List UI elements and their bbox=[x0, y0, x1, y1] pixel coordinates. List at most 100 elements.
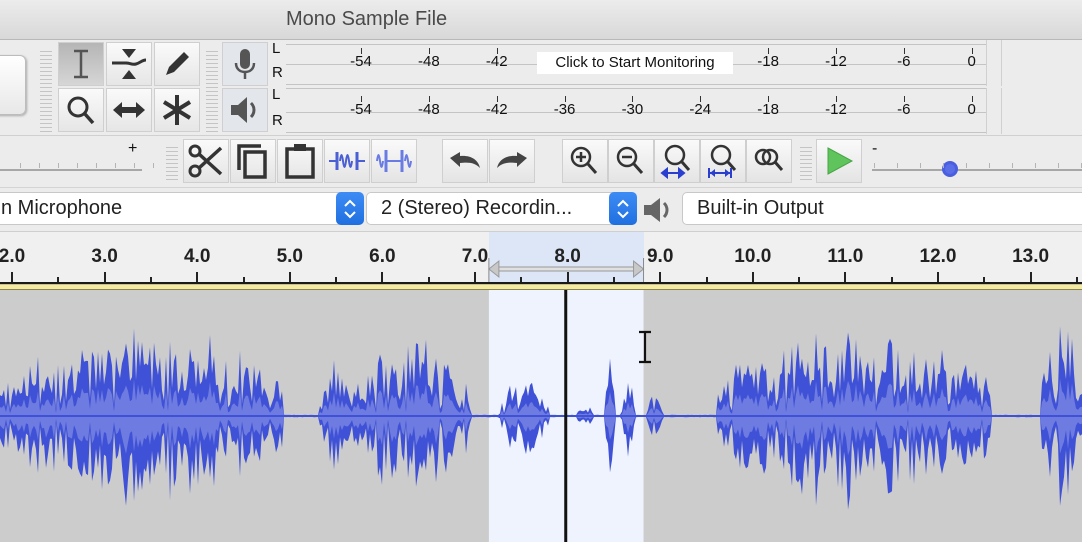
asterisk-icon bbox=[162, 95, 192, 125]
playback-meter-left-label: L bbox=[272, 86, 281, 103]
copy-icon bbox=[237, 144, 267, 179]
ruler-label: 2.0 bbox=[0, 246, 26, 267]
ruler-major-tick bbox=[566, 272, 569, 282]
zoom-out-button[interactable] bbox=[608, 139, 654, 183]
i-beam-cursor-icon bbox=[639, 330, 651, 364]
multi-tool-button[interactable] bbox=[154, 88, 200, 132]
audio-track[interactable] bbox=[0, 290, 1082, 542]
magnifier-icon bbox=[67, 96, 95, 125]
ruler-label: 7.0 bbox=[461, 246, 489, 267]
silence-audio-button[interactable] bbox=[371, 139, 417, 183]
timeline-ruler[interactable]: 2.0 3.0 4.0 5.0 6.0 7.0 8.0 9.0 10.0 11.0 12.0 13.0 bbox=[0, 232, 1082, 284]
recording-channels-value: 2 (Stereo) Recordin... bbox=[381, 197, 573, 219]
input-device-select[interactable]: n Microphone bbox=[0, 192, 360, 225]
output-device-select[interactable]: Built-in Output bbox=[682, 192, 1082, 225]
zoom-in-button[interactable] bbox=[562, 139, 608, 183]
ruler-minor-tick bbox=[242, 277, 245, 282]
meter-tick-mark bbox=[496, 48, 498, 54]
slider-tick bbox=[153, 163, 154, 168]
speed-slider-thumb[interactable] bbox=[941, 161, 958, 177]
tools-toolbar-grip[interactable] bbox=[40, 48, 52, 132]
recording-channels-stepper[interactable] bbox=[609, 192, 637, 225]
envelope-tool-button[interactable] bbox=[106, 42, 152, 86]
trim-audio-button[interactable] bbox=[324, 139, 370, 183]
play-at-speed-button[interactable] bbox=[816, 139, 862, 183]
start-monitoring-button[interactable]: Click to Start Monitoring bbox=[537, 52, 733, 74]
fit-selection-button[interactable] bbox=[654, 139, 700, 183]
zoom-toggle-icon bbox=[754, 148, 784, 171]
record-button[interactable] bbox=[0, 55, 26, 115]
ruler-major-tick bbox=[659, 272, 662, 282]
slider-tick bbox=[1012, 163, 1013, 168]
slider-tick bbox=[96, 163, 97, 168]
playback-meter[interactable]: -54 -48 -42 -36 -30 -24 -18 -12 -6 0 bbox=[286, 88, 986, 134]
slider-tick bbox=[897, 163, 898, 168]
chevron-up-down-icon bbox=[344, 199, 356, 218]
ruler-minor-tick bbox=[705, 277, 708, 282]
zoom-toggle-button[interactable] bbox=[746, 139, 792, 183]
selection-start-handle[interactable] bbox=[488, 259, 500, 279]
slider-tick bbox=[874, 163, 875, 168]
slider-tick bbox=[989, 163, 990, 168]
meter-tick-label: -54 bbox=[350, 53, 372, 70]
selection-tool-button[interactable] bbox=[58, 42, 104, 86]
fit-project-button[interactable] bbox=[700, 139, 746, 183]
record-meter-button[interactable] bbox=[222, 42, 268, 86]
meter-tick-mark bbox=[632, 96, 634, 102]
meter-tick-label: -24 bbox=[689, 101, 712, 118]
double-arrow-icon bbox=[113, 102, 145, 118]
volume-max-label: + bbox=[128, 140, 138, 157]
ruler-major-tick bbox=[288, 272, 291, 282]
record-meter-right-label: R bbox=[272, 64, 283, 81]
slider-tick bbox=[115, 163, 116, 168]
fit-selection-icon bbox=[660, 144, 691, 180]
meter-toolbar-grip[interactable] bbox=[206, 48, 218, 132]
silence-icon bbox=[376, 150, 412, 172]
slider-tick bbox=[1058, 163, 1059, 168]
slider-tick bbox=[943, 163, 944, 168]
input-device-stepper[interactable] bbox=[336, 192, 364, 225]
time-shift-tool-button[interactable] bbox=[106, 88, 152, 132]
play-at-speed-grip[interactable] bbox=[800, 144, 812, 182]
recording-channels-select[interactable]: 2 (Stereo) Recordin... bbox=[366, 192, 636, 225]
cut-button[interactable] bbox=[183, 139, 229, 183]
meter-tick-label: -42 bbox=[485, 53, 508, 70]
zoom-tool-button[interactable] bbox=[58, 88, 104, 132]
ruler-major-tick bbox=[844, 272, 847, 282]
meter-tick-label: -42 bbox=[485, 101, 508, 118]
redo-button[interactable] bbox=[489, 139, 535, 183]
window-title: Mono Sample File bbox=[286, 8, 448, 30]
ruler-minor-tick bbox=[1075, 277, 1078, 282]
meter-tick-label: -54 bbox=[350, 101, 372, 118]
ruler-label: 10.0 bbox=[734, 246, 772, 267]
copy-button[interactable] bbox=[230, 139, 276, 183]
meter-tick-label: 0 bbox=[967, 101, 976, 118]
slider-tick bbox=[966, 163, 967, 168]
zoom-out-icon bbox=[616, 146, 644, 174]
ruler-major-tick bbox=[474, 272, 476, 282]
speaker-icon bbox=[231, 97, 256, 123]
playback-meter-end bbox=[986, 88, 1002, 134]
speed-min-label: - bbox=[872, 140, 878, 157]
selection-end-handle[interactable] bbox=[633, 259, 645, 279]
meter-tick-mark bbox=[971, 96, 973, 102]
playback-meter-button[interactable] bbox=[222, 88, 268, 132]
paste-button[interactable] bbox=[277, 139, 323, 183]
ruler-label: 11.0 bbox=[827, 246, 864, 267]
meter-tick-label: -18 bbox=[757, 53, 779, 70]
meter-tick-mark bbox=[428, 48, 430, 54]
meter-tick-mark bbox=[768, 96, 770, 102]
waveform[interactable] bbox=[0, 290, 1082, 542]
meter-tick-mark bbox=[564, 96, 566, 102]
meter-tick-label: -12 bbox=[825, 101, 847, 118]
undo-button[interactable] bbox=[442, 139, 488, 183]
edit-toolbar-grip[interactable] bbox=[166, 144, 178, 182]
ruler-major-tick bbox=[751, 272, 754, 282]
meter-tick-mark bbox=[700, 96, 702, 102]
draw-tool-button[interactable] bbox=[154, 42, 200, 86]
ruler-major-tick bbox=[381, 272, 384, 282]
meter-tick-mark bbox=[361, 48, 362, 54]
ruler-label: 8.0 bbox=[554, 246, 581, 267]
envelope-icon bbox=[112, 49, 147, 79]
meter-tick-label: -12 bbox=[825, 53, 847, 70]
